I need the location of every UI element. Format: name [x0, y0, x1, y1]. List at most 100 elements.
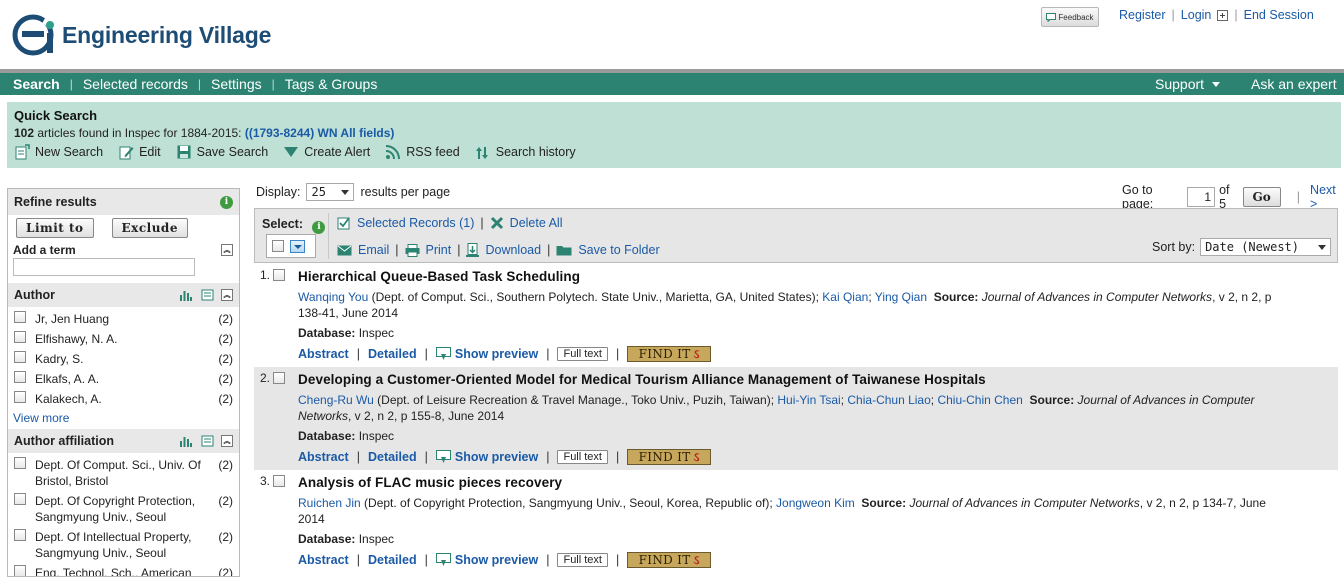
author-link[interactable]: Hui-Yin Tsai: [777, 393, 840, 407]
affiliation-facet-item[interactable]: Eng. Technol. Sch., American (2): [8, 563, 239, 576]
author-link[interactable]: Jongweon Kim: [776, 496, 855, 510]
author-link[interactable]: Cheng-Ru Wu: [298, 393, 374, 407]
checkbox[interactable]: [14, 493, 26, 505]
rss-feed-button[interactable]: RSS feed: [385, 144, 460, 160]
author-link[interactable]: Chia-Chun Liao: [847, 393, 930, 407]
author-link[interactable]: Wanqing You: [298, 290, 368, 304]
results-count: 102: [14, 126, 35, 140]
author-facet-item[interactable]: Elkafs, A. A. (2): [8, 369, 239, 389]
author-link[interactable]: Ruichen Jin: [298, 496, 361, 510]
result-checkbox[interactable]: [273, 372, 286, 384]
bar-chart-icon[interactable]: [179, 435, 193, 447]
delete-all-link[interactable]: Delete All: [510, 216, 563, 230]
nav-selected-records[interactable]: Selected records: [83, 76, 188, 92]
add-term-input[interactable]: [13, 258, 195, 276]
email-link[interactable]: Email: [358, 243, 389, 257]
detailed-link[interactable]: Detailed: [368, 347, 417, 361]
author-facet-item[interactable]: Kadry, S. (2): [8, 349, 239, 369]
source-label: Source:: [1029, 393, 1075, 407]
nav-support-menu[interactable]: Support: [1155, 76, 1221, 92]
collapse-icon[interactable]: ︽: [221, 244, 233, 256]
author-facet-item[interactable]: Kalakech, A. (2): [8, 389, 239, 409]
nav-tags-groups[interactable]: Tags & Groups: [285, 76, 378, 92]
create-alert-button[interactable]: Create Alert: [283, 144, 370, 160]
checkbox[interactable]: [14, 457, 26, 469]
page-input[interactable]: 1: [1186, 187, 1216, 207]
go-button[interactable]: Go: [1242, 187, 1281, 207]
checkbox[interactable]: [14, 371, 26, 383]
result-title[interactable]: Developing a Customer-Oriented Model for…: [298, 372, 986, 387]
find-it-button[interactable]: FIND IT ઽ: [627, 346, 712, 362]
full-text-button[interactable]: Full text: [557, 450, 608, 464]
result-checkbox[interactable]: [273, 475, 286, 487]
result-title[interactable]: Hierarchical Queue-Based Task Scheduling: [298, 269, 580, 284]
nav-search[interactable]: Search: [13, 76, 60, 92]
login-expand-icon[interactable]: [1217, 9, 1229, 21]
affiliation-facet-item[interactable]: Dept. Of Comput. Sci., Univ. Of Bristol,…: [8, 455, 239, 491]
result-checkbox[interactable]: [273, 269, 286, 281]
checkbox[interactable]: [14, 391, 26, 403]
search-query[interactable]: ((1793-8244) WN All fields): [245, 126, 395, 140]
export-icon[interactable]: [201, 289, 214, 301]
checkbox[interactable]: [14, 331, 26, 343]
select-all-control[interactable]: [266, 234, 316, 258]
affiliation-facet-item[interactable]: Dept. Of Intellectual Property, Sangmyun…: [8, 527, 239, 563]
find-it-button[interactable]: FIND IT ઽ: [627, 449, 712, 465]
login-link[interactable]: Login: [1181, 8, 1212, 22]
abstract-link[interactable]: Abstract: [298, 553, 349, 567]
exclude-button[interactable]: Exclude: [111, 218, 188, 238]
end-session-link[interactable]: End Session: [1244, 8, 1314, 22]
result-title[interactable]: Analysis of FLAC music pieces recovery: [298, 475, 562, 490]
results-per-page-select[interactable]: 25: [306, 183, 355, 201]
full-text-button[interactable]: Full text: [557, 553, 608, 567]
abstract-link[interactable]: Abstract: [298, 450, 349, 464]
export-icon[interactable]: [201, 435, 214, 447]
register-link[interactable]: Register: [1119, 8, 1166, 22]
info-icon[interactable]: i: [312, 221, 326, 234]
search-history-button[interactable]: Search history: [475, 144, 576, 160]
author-link[interactable]: Ying Qian: [875, 290, 927, 304]
save-to-folder-link[interactable]: Save to Folder: [578, 243, 659, 257]
checkbox[interactable]: [14, 565, 26, 576]
view-more-link[interactable]: View more: [13, 411, 69, 425]
next-page-link[interactable]: Next >: [1310, 183, 1344, 211]
full-text-button[interactable]: Full text: [557, 347, 608, 361]
affiliation-facet-item[interactable]: Dept. Of Copyright Protection, Sangmyung…: [8, 491, 239, 527]
selected-records-link[interactable]: Selected Records (1): [357, 216, 474, 230]
nav-settings[interactable]: Settings: [211, 76, 262, 92]
author-facet-item[interactable]: Jr, Jen Huang (2): [8, 309, 239, 329]
detailed-link[interactable]: Detailed: [368, 553, 417, 567]
author-link[interactable]: Chiu-Chin Chen: [937, 393, 1022, 407]
nav-ask-expert[interactable]: Ask an expert: [1251, 76, 1337, 92]
limit-to-button[interactable]: Limit to: [16, 218, 94, 238]
swirl-icon: ઽ: [693, 346, 700, 361]
find-it-button[interactable]: FIND IT ઽ: [627, 552, 712, 568]
edit-button[interactable]: Edit: [118, 144, 161, 160]
abstract-link[interactable]: Abstract: [298, 347, 349, 361]
feedback-button[interactable]: Feedback: [1041, 7, 1099, 27]
save-search-button[interactable]: Save Search: [176, 144, 269, 160]
author-facet-item[interactable]: Elfishawy, N. A. (2): [8, 329, 239, 349]
show-preview-link[interactable]: Show preview: [435, 347, 538, 361]
show-preview-link[interactable]: Show preview: [435, 450, 538, 464]
save-disk-icon: [177, 145, 191, 159]
collapse-icon[interactable]: ︽: [221, 289, 233, 301]
chevron-down-icon[interactable]: [290, 239, 305, 253]
save-search-label: Save Search: [196, 145, 269, 159]
bar-chart-icon[interactable]: [179, 289, 193, 301]
info-icon[interactable]: i: [220, 195, 233, 209]
checkbox[interactable]: [14, 351, 26, 363]
select-all-checkbox[interactable]: [272, 240, 284, 252]
author-link[interactable]: Kai Qian: [822, 290, 868, 304]
chevron-down-icon: [341, 189, 350, 195]
print-link[interactable]: Print: [426, 243, 452, 257]
collapse-icon[interactable]: ︽: [221, 435, 233, 447]
detailed-link[interactable]: Detailed: [368, 450, 417, 464]
show-preview-link[interactable]: Show preview: [435, 553, 538, 567]
checkbox[interactable]: [14, 311, 26, 323]
facet-label: Dept. Of Comput. Sci., Univ. Of Bristol,…: [35, 458, 201, 488]
sort-select[interactable]: Date (Newest): [1200, 238, 1332, 256]
download-link[interactable]: Download: [485, 243, 541, 257]
checkbox[interactable]: [14, 529, 26, 541]
new-search-button[interactable]: New Search: [14, 144, 103, 160]
